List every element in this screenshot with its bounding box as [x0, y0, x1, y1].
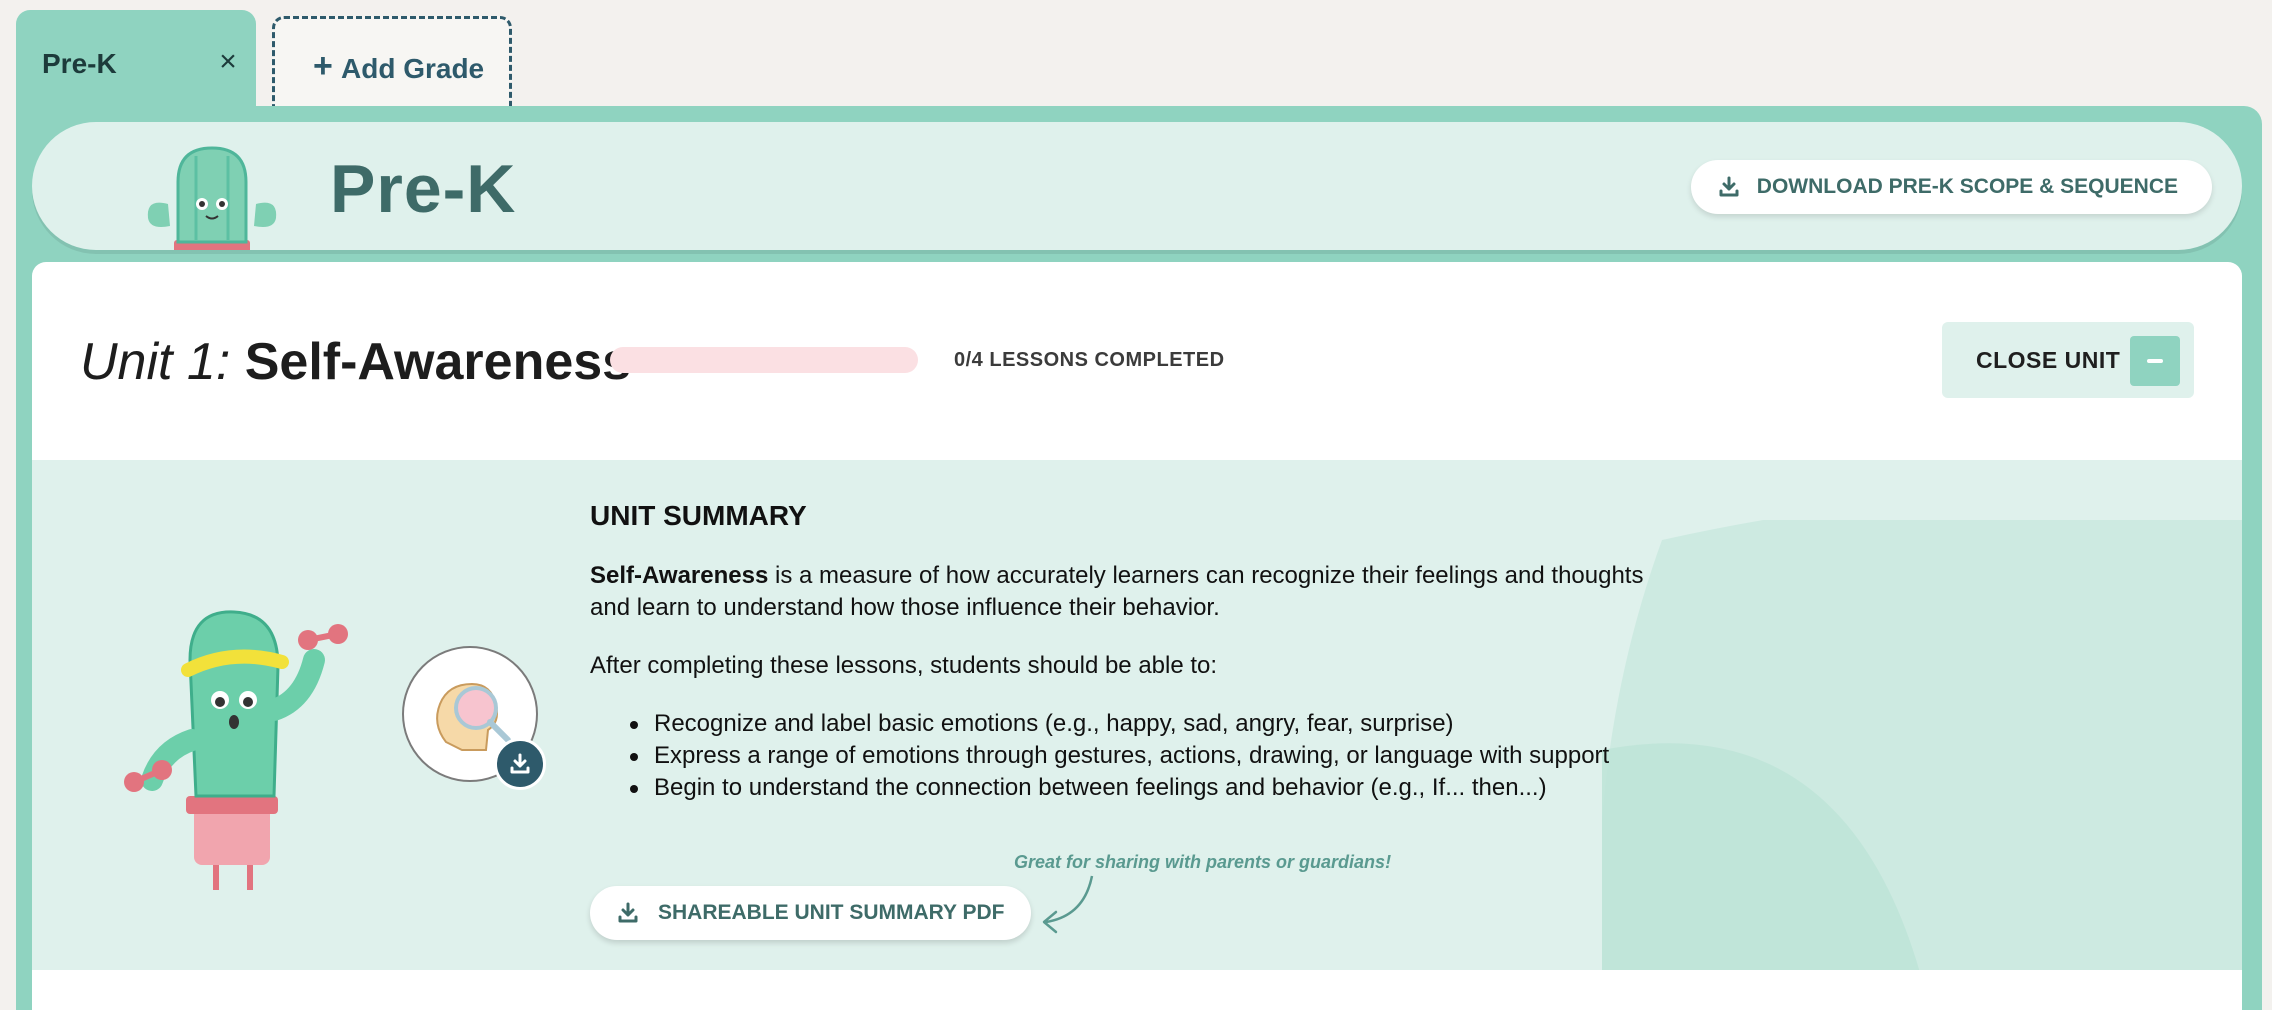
close-icon[interactable]: ×: [214, 47, 242, 77]
outcomes-list: Recognize and label basic emotions (e.g.…: [590, 708, 1670, 804]
lesson-progress-bar: [610, 347, 918, 373]
summary-intro-bold: Self-Awareness: [590, 562, 769, 589]
summary-intro: Self-Awareness is a measure of how accur…: [590, 560, 1670, 624]
progress-text: 0/4 LESSONS COMPLETED: [954, 349, 1225, 371]
download-scope-label: DOWNLOAD PRE-K SCOPE & SEQUENCE: [1756, 175, 2178, 198]
download-icon: [1719, 176, 1739, 197]
add-grade-tab[interactable]: + Add Grade: [272, 16, 512, 108]
list-item: Recognize and label basic emotions (e.g.…: [590, 708, 1670, 740]
plus-icon: +: [313, 47, 333, 85]
tab-pre-k[interactable]: Pre-K ×: [16, 10, 256, 110]
unit-summary-heading: UNIT SUMMARY: [590, 500, 807, 531]
minus-icon: [2130, 336, 2180, 386]
grade-title: Pre-K: [330, 151, 517, 227]
curved-arrow-icon: [1042, 875, 1094, 934]
unit-card: Unit 1: Self-Awareness 0/4 LESSONS COMPL…: [32, 262, 2242, 1010]
unit-name: Self-Awareness: [244, 333, 632, 391]
unit-summary-section: UNIT SUMMARY Self-Awareness is a measure…: [32, 460, 2242, 970]
shareable-summary-pdf-button[interactable]: SHAREABLE UNIT SUMMARY PDF: [590, 886, 1031, 940]
add-grade-label: Add Grade: [341, 53, 485, 84]
download-icon: [618, 902, 638, 923]
cactus-dumbbell-mascot-icon: [124, 610, 348, 890]
tab-label: Pre-K: [42, 48, 117, 79]
pdf-button-label: SHAREABLE UNIT SUMMARY PDF: [658, 901, 1005, 924]
summary-lead-in: After completing these lessons, students…: [590, 652, 1218, 679]
cactus-mascot-icon: [147, 146, 277, 250]
unit-summary-body: Self-Awareness is a measure of how accur…: [590, 560, 1670, 804]
pdf-note: Great for sharing with parents or guardi…: [1014, 852, 1392, 872]
list-item: Begin to understand the connection betwe…: [590, 772, 1670, 804]
unit-number: Unit 1:: [80, 333, 231, 391]
unit-title: Unit 1: Self-Awareness: [80, 332, 631, 392]
leaf-decoration-icon: [1602, 520, 2242, 970]
download-resource-button[interactable]: [494, 738, 546, 790]
download-icon: [510, 753, 530, 774]
close-unit-button[interactable]: CLOSE UNIT: [1942, 322, 2194, 398]
grade-header: Pre-K DOWNLOAD PRE-K SCOPE & SEQUENCE: [32, 122, 2242, 250]
download-scope-sequence-button[interactable]: DOWNLOAD PRE-K SCOPE & SEQUENCE: [1690, 160, 2212, 214]
list-item: Express a range of emotions through gest…: [590, 740, 1670, 772]
close-unit-label: CLOSE UNIT: [1976, 347, 2121, 373]
